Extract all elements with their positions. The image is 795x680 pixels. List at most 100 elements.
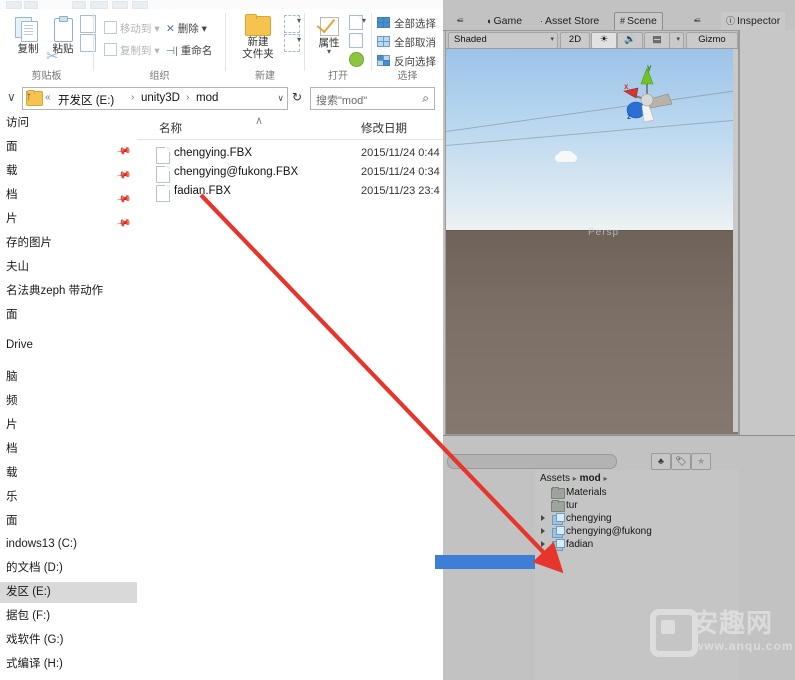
tab-inspector[interactable]: ⓘ Inspector [721, 12, 786, 30]
qat-button-1[interactable] [6, 1, 22, 9]
copy-to-caret-icon[interactable]: ▾ [154, 45, 159, 57]
ribbon-tab-view[interactable] [132, 1, 148, 9]
breadcrumb-dropdown-icon[interactable]: ∨ [277, 93, 284, 104]
table-row[interactable]: fadian.FBX 2015/11/23 23:4 [137, 183, 443, 202]
properties-caret-icon[interactable]: ▾ [309, 48, 349, 56]
project-breadcrumb-assets[interactable]: Assets [540, 473, 570, 484]
nav-item[interactable]: 面 📌 [0, 137, 137, 160]
copy-to-button[interactable]: 复制到 ▾ [104, 43, 160, 58]
history-icon[interactable] [349, 52, 364, 67]
nav-item[interactable]: 片 📌 [0, 209, 137, 232]
tab-asset-store[interactable]: · Asset Store [535, 12, 604, 30]
search-input[interactable]: 搜索"mod" ⌕ [310, 87, 435, 110]
expand-arrow-icon[interactable] [541, 528, 545, 534]
breadcrumb-item-1[interactable]: unity3D [141, 92, 180, 104]
nav-item[interactable]: 载 📌 [0, 161, 137, 184]
nav-item[interactable]: Drive [0, 335, 137, 356]
nav-item[interactable]: 片 [0, 415, 137, 436]
delete-caret-icon[interactable]: ▾ [202, 23, 207, 35]
list-item[interactable]: tur [535, 499, 739, 512]
list-item[interactable]: fadian [535, 538, 739, 551]
nav-item[interactable]: 戏软件 (G:) [0, 630, 137, 651]
ribbon-tab-file[interactable] [72, 1, 86, 9]
scene-pane-menu-icon[interactable]: ▪≡ [457, 16, 463, 25]
select-all-button[interactable]: 全部选择 [394, 16, 436, 31]
nav-item[interactable]: 夫山 [0, 257, 137, 278]
scene-audio-toggle[interactable]: 🔊 [617, 32, 643, 49]
favorites-star-icon[interactable]: ★ [691, 453, 711, 470]
gizmos-dropdown[interactable]: Gizmo [686, 32, 738, 49]
table-row[interactable]: chengying@fukong.FBX 2015/11/24 0:34 [137, 164, 443, 183]
scene-view[interactable]: Persp x y z [445, 48, 739, 435]
move-to-button[interactable]: 移动到 ▾ [104, 21, 160, 36]
nav-item[interactable]: 脑 [0, 367, 137, 388]
edit-icon[interactable] [349, 33, 363, 48]
properties-button[interactable]: 属性 ▾ [309, 13, 349, 56]
rename-button[interactable]: ⊣| 重命名 [166, 43, 212, 58]
scene-fx-toggle[interactable]: ▤ [644, 32, 670, 49]
expand-arrow-icon[interactable] [541, 541, 545, 547]
column-header-name[interactable]: 名称 [159, 120, 182, 136]
up-one-level-button[interactable]: ↑ [26, 89, 32, 103]
project-search-input[interactable] [447, 454, 617, 469]
nav-item[interactable]: 的文档 (D:) [0, 558, 137, 579]
new-folder-button[interactable]: 新建 文件夹 [232, 14, 284, 60]
navigation-pane[interactable]: 访问面 📌 载 📌 档 📌 片 📌 存的图片 夫山 名法典zeph 带动作面 Drive 脑频片档载乐面… [0, 113, 138, 680]
table-row[interactable]: chengying.FBX 2015/11/24 0:44 [137, 145, 443, 164]
scene-fx-dropdown[interactable] [669, 32, 684, 49]
nav-item[interactable]: 面 [0, 511, 137, 532]
breadcrumb-sep-1[interactable]: › [186, 92, 189, 103]
nav-item[interactable]: 乐 [0, 487, 137, 508]
nav-item[interactable]: 式编译 (H:) [0, 654, 137, 675]
nav-item[interactable]: 访问 [0, 113, 137, 134]
list-item[interactable]: Materials [535, 486, 739, 499]
project-folder-tree[interactable] [443, 470, 536, 680]
move-to-caret-icon[interactable]: ▾ [154, 23, 159, 35]
scene-view-scrollbar[interactable] [733, 49, 738, 432]
scene-pane-options-icon[interactable]: ▪≡ [694, 16, 700, 25]
open-with-caret-icon[interactable]: ▾ [362, 16, 366, 25]
nav-item[interactable]: 档 📌 [0, 185, 137, 208]
file-list-pane[interactable]: 名称 ∧ 修改日期 chengying.FBX 2015/11/24 0:44 ch… [137, 113, 443, 680]
breadcrumb-overflow[interactable]: « [45, 92, 51, 103]
breadcrumb-sep-0[interactable]: › [131, 92, 134, 103]
nav-item[interactable]: 存的图片 [0, 233, 137, 254]
nav-item[interactable]: 发区 (E:) [0, 582, 137, 603]
toggle-2d-button[interactable]: 2D [560, 32, 590, 49]
project-selected-row-highlight[interactable] [435, 555, 535, 569]
project-breadcrumb-mod[interactable]: mod [580, 473, 601, 484]
nav-item[interactable]: 频 [0, 391, 137, 412]
column-header-date[interactable]: 修改日期 [361, 120, 407, 136]
easy-access-caret-icon[interactable]: ▾ [297, 35, 301, 44]
expand-arrow-icon[interactable] [541, 515, 545, 521]
qat-button-2[interactable] [24, 1, 38, 9]
tab-game[interactable]: ◖ Game [481, 12, 527, 30]
select-none-button[interactable]: 全部取消 [394, 35, 436, 50]
back-history-button[interactable]: ∨ [7, 90, 16, 104]
delete-button[interactable]: ✕ 删除 ▾ [166, 21, 207, 36]
refresh-button[interactable]: ↻ [288, 87, 306, 108]
nav-item[interactable]: 载 [0, 463, 137, 484]
new-item-caret-icon[interactable]: ▾ [297, 16, 301, 25]
ribbon-tab-share[interactable] [112, 1, 128, 9]
tab-scene[interactable]: # Scene [614, 12, 663, 32]
list-item[interactable]: chengying@fukong [535, 525, 739, 538]
breadcrumb-bar[interactable]: « 开发区 (E:) › unity3D › mod ∨ [22, 87, 288, 110]
scene-lighting-toggle[interactable]: ☀ [591, 32, 617, 49]
draw-mode-dropdown[interactable]: Shaded [448, 32, 558, 49]
copy-button[interactable]: 复制 [8, 17, 48, 55]
nav-item[interactable]: 名法典zeph 带动作 [0, 281, 137, 302]
type-filter-icon[interactable]: ♣ [651, 453, 671, 470]
nav-item[interactable]: 据包 (F:) [0, 606, 137, 627]
label-filter-icon[interactable]: 🏷 [671, 453, 691, 470]
nav-item[interactable]: 档 [0, 439, 137, 460]
ribbon-tab-home[interactable] [90, 1, 108, 9]
open-with-icon[interactable] [349, 15, 363, 30]
scene-orientation-gizmo[interactable]: x y z [616, 63, 678, 130]
nav-item[interactable]: 面 [0, 305, 137, 326]
cut-icon[interactable]: ✂ [46, 49, 59, 64]
breadcrumb-item-2[interactable]: mod [196, 92, 218, 104]
nav-item[interactable]: indows13 (C:) [0, 534, 137, 555]
list-item[interactable]: chengying [535, 512, 739, 525]
breadcrumb-item-0[interactable]: 开发区 (E:) [58, 92, 114, 108]
